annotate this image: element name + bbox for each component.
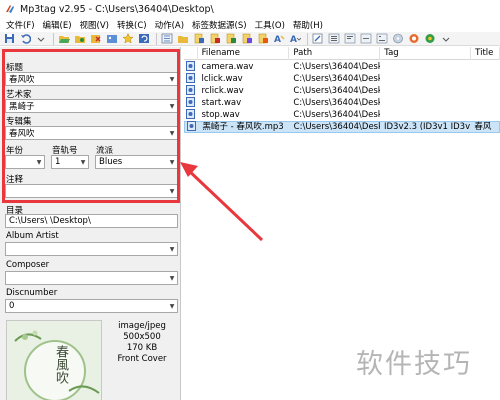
watermark: 软件技巧: [356, 349, 472, 380]
annotation-arrow: [180, 162, 264, 242]
